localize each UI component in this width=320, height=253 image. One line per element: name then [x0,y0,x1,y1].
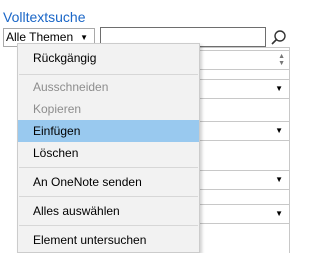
menu-separator [19,225,198,226]
search-button[interactable] [268,28,290,48]
search-icon [271,30,286,45]
menu-item-undo[interactable]: Rückgängig [18,47,199,69]
chevron-down-icon: ▼ [275,209,283,218]
field-dropdown-3[interactable]: ▼ [196,170,290,190]
context-menu: Rückgängig Ausschneiden Kopieren Einfüge… [17,43,200,253]
chevron-down-icon: ▼ [275,126,283,135]
menu-separator [19,167,198,168]
menu-item-inspect[interactable]: Element untersuchen [18,229,199,251]
field-dropdown-1[interactable]: ▼ [196,79,290,99]
chevron-down-icon: ▼ [275,175,283,184]
menu-separator [19,74,198,75]
menu-item-copy[interactable]: Kopieren [18,98,199,120]
menu-item-delete[interactable]: Löschen [18,142,199,164]
page-title: Volltextsuche [3,9,86,25]
field-dropdown-4[interactable]: ▼ [196,204,290,224]
menu-item-paste[interactable]: Einfügen [18,120,199,142]
chevron-down-icon: ▼ [275,84,283,93]
field-scroll[interactable]: ▲ ▼ [196,50,290,70]
field-dropdown-2[interactable]: ▼ [196,121,290,141]
menu-item-cut[interactable]: Ausschneiden [18,76,199,98]
scroll-arrows-icon: ▲ ▼ [278,53,285,67]
menu-item-select-all[interactable]: Alles auswählen [18,200,199,222]
menu-separator [19,196,198,197]
menu-item-send-to-onenote[interactable]: An OneNote senden [18,171,199,193]
themen-select-value: Alle Themen [6,30,74,44]
